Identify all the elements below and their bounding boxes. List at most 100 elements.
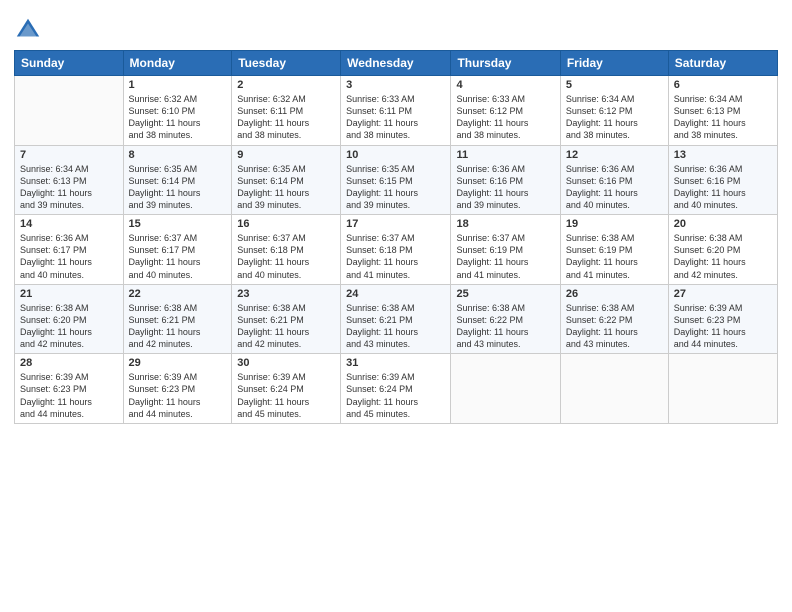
day-info: Sunrise: 6:35 AM Sunset: 6:14 PM Dayligh… [237,163,335,212]
header [14,10,778,44]
day-info: Sunrise: 6:32 AM Sunset: 6:10 PM Dayligh… [129,93,227,142]
calendar-cell: 31Sunrise: 6:39 AM Sunset: 6:24 PM Dayli… [341,354,451,424]
calendar-dow-monday: Monday [123,51,232,76]
day-number: 24 [346,288,445,300]
calendar-cell: 16 Sunrise: 6:37 AM Sunset: 6:18 PM Dayli… [232,215,341,285]
day-number: 11 [456,149,554,161]
day-info: Sunrise: 6:35 AM Sunset: 6:14 PM Dayligh… [129,163,227,212]
day-info: Sunrise: 6:35 AM Sunset: 6:15 PM Dayligh… [346,163,445,212]
day-info: Sunrise: 6:39 AM Sunset: 6:23 PM Dayligh… [129,371,227,420]
day-number: 6 [674,79,772,91]
day-number: 29 [129,357,227,369]
day-number: 12 [566,149,663,161]
calendar-cell: 24Sunrise: 6:38 AM Sunset: 6:21 PM Dayli… [341,284,451,354]
logo-icon [14,16,42,44]
day-info: Sunrise: 6:34 AM Sunset: 6:12 PM Dayligh… [566,93,663,142]
calendar-cell: 1 Sunrise: 6:32 AM Sunset: 6:10 PM Daylig… [123,76,232,146]
day-info: Sunrise: 6:38 AM Sunset: 6:21 PM Dayligh… [237,302,335,351]
day-number: 17 [346,218,445,230]
calendar-cell: 21 Sunrise: 6:38 AM Sunset: 6:20 PM Dayli… [15,284,124,354]
calendar-cell: 7 Sunrise: 6:34 AM Sunset: 6:13 PM Daylig… [15,145,124,215]
calendar-cell: 17 Sunrise: 6:37 AM Sunset: 6:18 PM Dayli… [341,215,451,285]
day-info: Sunrise: 6:36 AM Sunset: 6:17 PM Dayligh… [20,232,118,281]
calendar-dow-friday: Friday [560,51,668,76]
day-info: Sunrise: 6:37 AM Sunset: 6:18 PM Dayligh… [237,232,335,281]
calendar-cell [560,354,668,424]
day-number: 30 [237,357,335,369]
day-number: 26 [566,288,663,300]
day-number: 18 [456,218,554,230]
calendar-week-1: 1 Sunrise: 6:32 AM Sunset: 6:10 PM Daylig… [15,76,778,146]
day-number: 27 [674,288,772,300]
day-number: 9 [237,149,335,161]
calendar-cell: 27 Sunrise: 6:39 AM Sunset: 6:23 PM Dayli… [668,284,777,354]
day-info: Sunrise: 6:38 AM Sunset: 6:20 PM Dayligh… [674,232,772,281]
day-info: Sunrise: 6:37 AM Sunset: 6:18 PM Dayligh… [346,232,445,281]
day-info: Sunrise: 6:39 AM Sunset: 6:23 PM Dayligh… [20,371,118,420]
page: SundayMondayTuesdayWednesdayThursdayFrid… [0,0,792,612]
calendar-cell: 19Sunrise: 6:38 AM Sunset: 6:19 PM Dayli… [560,215,668,285]
calendar-dow-wednesday: Wednesday [341,51,451,76]
day-number: 5 [566,79,663,91]
day-number: 22 [129,288,227,300]
day-number: 14 [20,218,118,230]
day-number: 10 [346,149,445,161]
day-info: Sunrise: 6:34 AM Sunset: 6:13 PM Dayligh… [20,163,118,212]
calendar-cell: 14 Sunrise: 6:36 AM Sunset: 6:17 PM Dayli… [15,215,124,285]
day-info: Sunrise: 6:34 AM Sunset: 6:13 PM Dayligh… [674,93,772,142]
calendar-cell: 12 Sunrise: 6:36 AM Sunset: 6:16 PM Dayli… [560,145,668,215]
calendar-cell [15,76,124,146]
calendar-cell: 5 Sunrise: 6:34 AM Sunset: 6:12 PM Daylig… [560,76,668,146]
calendar-week-4: 21 Sunrise: 6:38 AM Sunset: 6:20 PM Dayli… [15,284,778,354]
day-number: 16 [237,218,335,230]
calendar-cell: 20 Sunrise: 6:38 AM Sunset: 6:20 PM Dayli… [668,215,777,285]
calendar-cell: 10 Sunrise: 6:35 AM Sunset: 6:15 PM Dayli… [341,145,451,215]
calendar-cell: 3 Sunrise: 6:33 AM Sunset: 6:11 PM Daylig… [341,76,451,146]
day-number: 23 [237,288,335,300]
day-info: Sunrise: 6:39 AM Sunset: 6:24 PM Dayligh… [237,371,335,420]
day-number: 4 [456,79,554,91]
day-info: Sunrise: 6:39 AM Sunset: 6:23 PM Dayligh… [674,302,772,351]
day-number: 2 [237,79,335,91]
day-number: 21 [20,288,118,300]
calendar-cell: 2Sunrise: 6:32 AM Sunset: 6:11 PM Daylig… [232,76,341,146]
calendar-dow-tuesday: Tuesday [232,51,341,76]
day-info: Sunrise: 6:38 AM Sunset: 6:22 PM Dayligh… [566,302,663,351]
calendar-cell: 9 Sunrise: 6:35 AM Sunset: 6:14 PM Daylig… [232,145,341,215]
day-info: Sunrise: 6:36 AM Sunset: 6:16 PM Dayligh… [674,163,772,212]
calendar-cell: 15 Sunrise: 6:37 AM Sunset: 6:17 PM Dayli… [123,215,232,285]
calendar-cell: 23 Sunrise: 6:38 AM Sunset: 6:21 PM Dayli… [232,284,341,354]
calendar-week-2: 7 Sunrise: 6:34 AM Sunset: 6:13 PM Daylig… [15,145,778,215]
calendar-week-5: 28 Sunrise: 6:39 AM Sunset: 6:23 PM Dayli… [15,354,778,424]
calendar-dow-saturday: Saturday [668,51,777,76]
calendar-cell: 4 Sunrise: 6:33 AM Sunset: 6:12 PM Daylig… [451,76,560,146]
calendar-cell [451,354,560,424]
day-number: 19 [566,218,663,230]
calendar-cell [668,354,777,424]
calendar-dow-sunday: Sunday [15,51,124,76]
calendar-cell: 29 Sunrise: 6:39 AM Sunset: 6:23 PM Dayli… [123,354,232,424]
day-info: Sunrise: 6:36 AM Sunset: 6:16 PM Dayligh… [566,163,663,212]
calendar-cell: 25Sunrise: 6:38 AM Sunset: 6:22 PM Dayli… [451,284,560,354]
calendar-cell: 13 Sunrise: 6:36 AM Sunset: 6:16 PM Dayli… [668,145,777,215]
calendar-dow-thursday: Thursday [451,51,560,76]
day-info: Sunrise: 6:38 AM Sunset: 6:20 PM Dayligh… [20,302,118,351]
day-number: 15 [129,218,227,230]
day-number: 13 [674,149,772,161]
calendar-cell: 26 Sunrise: 6:38 AM Sunset: 6:22 PM Dayli… [560,284,668,354]
logo [14,16,46,44]
day-number: 1 [129,79,227,91]
calendar-cell: 11Sunrise: 6:36 AM Sunset: 6:16 PM Dayli… [451,145,560,215]
day-number: 7 [20,149,118,161]
day-number: 25 [456,288,554,300]
day-number: 20 [674,218,772,230]
day-number: 3 [346,79,445,91]
day-info: Sunrise: 6:37 AM Sunset: 6:17 PM Dayligh… [129,232,227,281]
day-number: 28 [20,357,118,369]
calendar-cell: 22Sunrise: 6:38 AM Sunset: 6:21 PM Dayli… [123,284,232,354]
day-info: Sunrise: 6:33 AM Sunset: 6:12 PM Dayligh… [456,93,554,142]
calendar-cell: 6 Sunrise: 6:34 AM Sunset: 6:13 PM Daylig… [668,76,777,146]
calendar-cell: 28 Sunrise: 6:39 AM Sunset: 6:23 PM Dayli… [15,354,124,424]
day-info: Sunrise: 6:33 AM Sunset: 6:11 PM Dayligh… [346,93,445,142]
calendar-week-3: 14 Sunrise: 6:36 AM Sunset: 6:17 PM Dayli… [15,215,778,285]
